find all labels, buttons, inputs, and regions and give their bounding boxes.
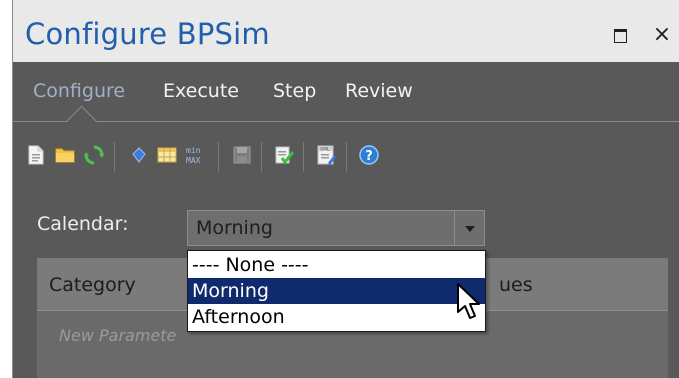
- title-bar: Configure BPSim ×: [13, 0, 679, 62]
- calendar-selected-value: Morning: [196, 217, 273, 239]
- tab-bar: Configure Execute Step Review: [13, 62, 679, 136]
- svg-text:?: ?: [365, 149, 373, 164]
- parameter-icon[interactable]: [128, 144, 150, 166]
- calendar-select[interactable]: Morning: [187, 210, 485, 246]
- calendar-label: Calendar:: [37, 213, 129, 235]
- active-tab-indicator: [66, 105, 97, 136]
- maximize-icon: [614, 29, 627, 43]
- tab-step[interactable]: Step: [273, 80, 316, 102]
- svg-text:XML: XML: [320, 147, 330, 153]
- maximize-button[interactable]: [609, 24, 631, 46]
- configure-bpsim-window: Configure BPSim × Configure Execute Step…: [12, 0, 679, 378]
- toolbar: min MAX XML ?: [13, 136, 679, 176]
- column-header-values[interactable]: ues: [499, 274, 533, 296]
- toolbar-separator: [114, 142, 115, 172]
- tab-review[interactable]: Review: [345, 80, 413, 102]
- save-icon[interactable]: [231, 144, 253, 166]
- new-document-icon[interactable]: [25, 144, 47, 166]
- new-parameter-row[interactable]: New Paramete: [59, 326, 176, 345]
- dropdown-option-none[interactable]: ---- None ----: [188, 252, 485, 278]
- tab-configure[interactable]: Configure: [33, 80, 125, 102]
- svg-text:min: min: [186, 146, 201, 155]
- dropdown-option-afternoon[interactable]: Afternoon: [188, 304, 485, 330]
- toolbar-separator: [346, 142, 347, 172]
- validate-icon[interactable]: [273, 144, 295, 166]
- toolbar-separator: [218, 142, 219, 172]
- xml-export-icon[interactable]: XML: [315, 144, 337, 166]
- chevron-down-icon[interactable]: [454, 211, 484, 245]
- toolbar-separator: [261, 142, 262, 172]
- open-folder-icon[interactable]: [54, 144, 76, 166]
- dropdown-option-morning[interactable]: Morning: [188, 278, 485, 304]
- help-icon[interactable]: ?: [358, 144, 380, 166]
- tab-execute[interactable]: Execute: [163, 80, 239, 102]
- table-icon[interactable]: [156, 144, 178, 166]
- window-title: Configure BPSim: [25, 17, 270, 51]
- close-button[interactable]: ×: [651, 24, 673, 46]
- column-header-category[interactable]: Category: [49, 274, 136, 296]
- mouse-cursor-icon: [457, 283, 480, 319]
- refresh-icon[interactable]: [83, 144, 105, 166]
- toolbar-separator: [303, 142, 304, 172]
- calendar-dropdown-list: ---- None ---- Morning Afternoon: [187, 250, 486, 332]
- tab-divider: [13, 121, 679, 122]
- svg-text:MAX: MAX: [186, 156, 201, 165]
- min-max-icon[interactable]: min MAX: [184, 144, 210, 166]
